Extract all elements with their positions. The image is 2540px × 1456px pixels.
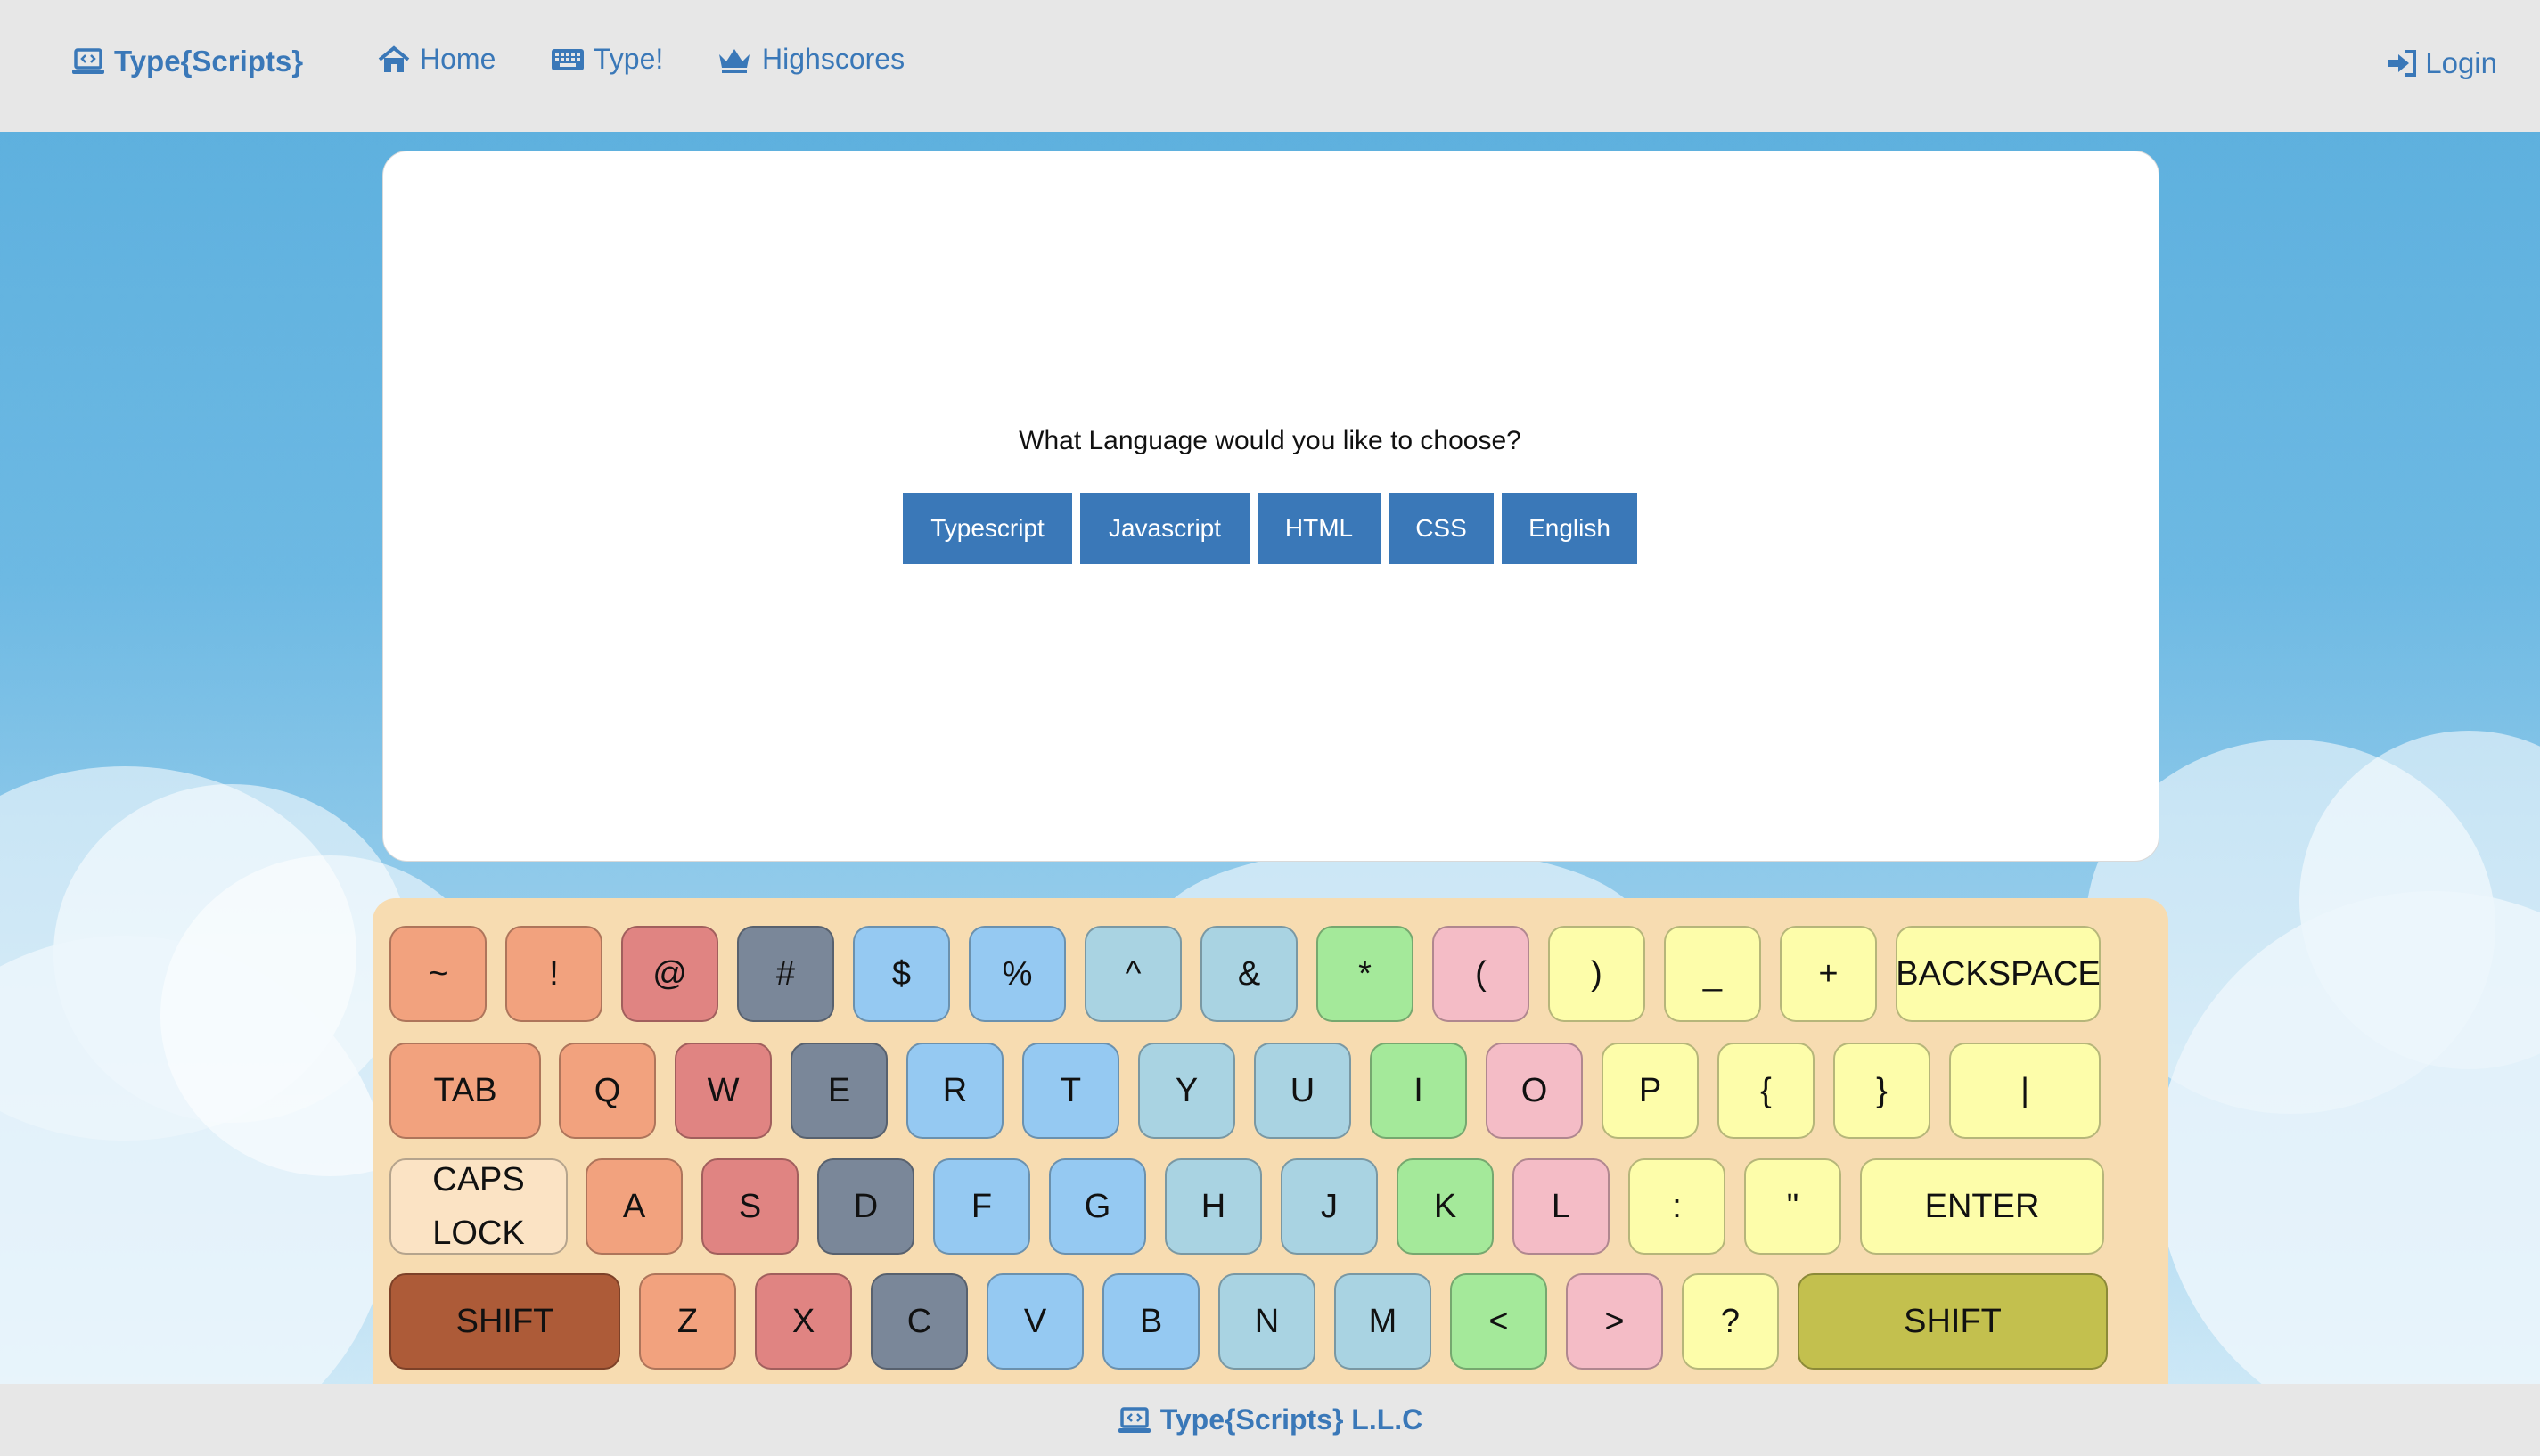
key-m[interactable]: M	[1334, 1273, 1431, 1370]
language-button-english[interactable]: English	[1502, 493, 1637, 564]
key-dollar[interactable]: $	[853, 926, 950, 1022]
key-exclamation[interactable]: !	[505, 926, 602, 1022]
key-percent[interactable]: %	[969, 926, 1066, 1022]
virtual-keyboard: ~ ! @ # $ % ^ & * ( ) _ + BACKSPACE TAB …	[373, 898, 2168, 1456]
nav-type[interactable]: Type!	[551, 43, 663, 76]
key-e[interactable]: E	[791, 1043, 888, 1139]
key-a[interactable]: A	[586, 1158, 683, 1255]
language-button-css[interactable]: CSS	[1389, 493, 1494, 564]
key-open-brace[interactable]: {	[1717, 1043, 1815, 1139]
key-plus[interactable]: +	[1780, 926, 1877, 1022]
key-tab[interactable]: TAB	[389, 1043, 541, 1139]
key-quote[interactable]: "	[1744, 1158, 1841, 1255]
key-u[interactable]: U	[1254, 1043, 1351, 1139]
footer-text: Type{Scripts} L.L.C	[1159, 1403, 1423, 1436]
keyboard-icon	[552, 48, 584, 70]
key-h[interactable]: H	[1165, 1158, 1262, 1255]
key-at[interactable]: @	[621, 926, 718, 1022]
key-k[interactable]: K	[1397, 1158, 1494, 1255]
key-asterisk[interactable]: *	[1316, 926, 1413, 1022]
brand-link[interactable]: Type{Scripts}	[71, 45, 303, 78]
key-y[interactable]: Y	[1138, 1043, 1235, 1139]
key-o[interactable]: O	[1486, 1043, 1583, 1139]
key-b[interactable]: B	[1102, 1273, 1200, 1370]
key-caret[interactable]: ^	[1085, 926, 1182, 1022]
key-g[interactable]: G	[1049, 1158, 1146, 1255]
key-q[interactable]: Q	[559, 1043, 656, 1139]
top-navbar: Type{Scripts} Home Type! Highscores Logi…	[0, 0, 2540, 132]
key-n[interactable]: N	[1218, 1273, 1315, 1370]
key-colon[interactable]: :	[1628, 1158, 1725, 1255]
key-d[interactable]: D	[817, 1158, 914, 1255]
key-enter[interactable]: ENTER	[1860, 1158, 2104, 1255]
sign-in-icon	[2388, 50, 2417, 77]
language-button-javascript[interactable]: Javascript	[1080, 493, 1250, 564]
key-hash[interactable]: #	[737, 926, 834, 1022]
key-w[interactable]: W	[675, 1043, 772, 1139]
crown-icon	[719, 48, 750, 73]
key-less-than[interactable]: <	[1450, 1273, 1547, 1370]
nav-type-label: Type!	[594, 43, 664, 75]
key-x[interactable]: X	[755, 1273, 852, 1370]
key-caps-lock[interactable]: CAPS LOCK	[389, 1158, 568, 1255]
key-s[interactable]: S	[701, 1158, 799, 1255]
key-r[interactable]: R	[906, 1043, 1004, 1139]
language-question: What Language would you like to choose?	[1019, 426, 1521, 455]
key-question[interactable]: ?	[1682, 1273, 1779, 1370]
key-f[interactable]: F	[933, 1158, 1030, 1255]
key-p[interactable]: P	[1602, 1043, 1699, 1139]
key-tilde[interactable]: ~	[389, 926, 487, 1022]
login-link[interactable]: Login	[2386, 46, 2497, 80]
brand-name: Type{Scripts}	[114, 45, 304, 78]
key-j[interactable]: J	[1281, 1158, 1378, 1255]
key-right-shift[interactable]: SHIFT	[1798, 1273, 2108, 1370]
key-underscore[interactable]: _	[1664, 926, 1761, 1022]
key-pipe[interactable]: |	[1949, 1043, 2101, 1139]
key-t[interactable]: T	[1022, 1043, 1119, 1139]
nav-home-label: Home	[420, 43, 496, 75]
key-close-paren[interactable]: )	[1548, 926, 1645, 1022]
home-icon	[378, 45, 410, 72]
key-z[interactable]: Z	[639, 1273, 736, 1370]
language-button-group: Typescript Javascript HTML CSS English	[903, 493, 1637, 564]
nav-highscores-label: Highscores	[762, 43, 905, 75]
key-open-paren[interactable]: (	[1432, 926, 1529, 1022]
key-left-shift[interactable]: SHIFT	[389, 1273, 620, 1370]
footer: Type{Scripts} L.L.C	[0, 1384, 2540, 1456]
nav-highscores[interactable]: Highscores	[716, 43, 905, 76]
key-i[interactable]: I	[1370, 1043, 1467, 1139]
key-c[interactable]: C	[871, 1273, 968, 1370]
key-l[interactable]: L	[1512, 1158, 1610, 1255]
nav-home[interactable]: Home	[377, 43, 496, 76]
language-button-typescript[interactable]: Typescript	[903, 493, 1072, 564]
key-v[interactable]: V	[987, 1273, 1084, 1370]
login-label: Login	[2425, 46, 2497, 79]
language-button-html[interactable]: HTML	[1258, 493, 1381, 564]
key-greater-than[interactable]: >	[1566, 1273, 1663, 1370]
laptop-code-icon	[72, 48, 104, 74]
key-backspace[interactable]: BACKSPACE	[1896, 926, 2101, 1022]
laptop-code-icon	[1118, 1406, 1151, 1433]
key-close-brace[interactable]: }	[1833, 1043, 1930, 1139]
key-ampersand[interactable]: &	[1200, 926, 1298, 1022]
